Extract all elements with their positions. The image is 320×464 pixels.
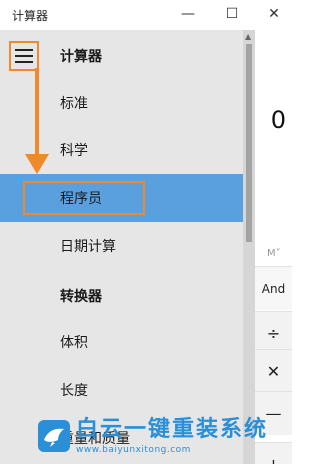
calculator-body: 0 M˅ And ÷ ✕ — + xyxy=(255,30,292,464)
scrollbar-thumb[interactable] xyxy=(246,44,252,242)
nav-item-programmer[interactable]: 程序员 xyxy=(0,174,243,222)
watermark-title: 白云一键重装系统 xyxy=(76,417,269,442)
nav-item-date-calculation[interactable]: 日期计算 xyxy=(0,222,243,270)
nav-item-label: 体积 xyxy=(60,335,88,351)
watermark-url: www.baiyunxitong.com xyxy=(76,445,191,455)
nav-item-label: 科学 xyxy=(60,143,88,159)
scroll-up-arrow-icon[interactable]: ▲ xyxy=(245,32,251,41)
nav-item-volume[interactable]: 体积 xyxy=(0,318,243,366)
nav-item-label: 标准 xyxy=(60,96,88,112)
nav-header-label: 计算器 xyxy=(60,49,102,65)
watermark: 白云一键重装系统 www.baiyunxitong.com xyxy=(38,408,292,464)
annotation-arrow-icon xyxy=(25,68,49,174)
nav-item-label: 日期计算 xyxy=(60,239,116,255)
bird-logo-icon xyxy=(38,420,70,452)
nav-item-length[interactable]: 长度 xyxy=(0,366,243,414)
nav-item-label: 长度 xyxy=(60,383,88,399)
nav-header-converter: 转换器 xyxy=(0,272,243,320)
app-title: 计算器 xyxy=(12,9,49,23)
close-button[interactable]: ✕ xyxy=(258,2,290,26)
title-bar: 计算器 — ☐ ✕ xyxy=(0,0,292,30)
maximize-button[interactable]: ☐ xyxy=(216,2,248,26)
minimize-button[interactable]: — xyxy=(172,2,204,26)
nav-header-label: 转换器 xyxy=(60,289,102,305)
nav-scrollbar[interactable]: ▲ xyxy=(243,30,255,464)
result-display: 0 xyxy=(270,106,286,134)
multiply-button[interactable]: ✕ xyxy=(255,349,292,393)
memory-dropdown[interactable]: M˅ xyxy=(267,248,281,259)
and-button[interactable]: And xyxy=(255,266,292,310)
annotation-highlight-box xyxy=(23,181,145,215)
watermark-text-block: 白云一键重装系统 www.baiyunxitong.com xyxy=(76,417,268,455)
